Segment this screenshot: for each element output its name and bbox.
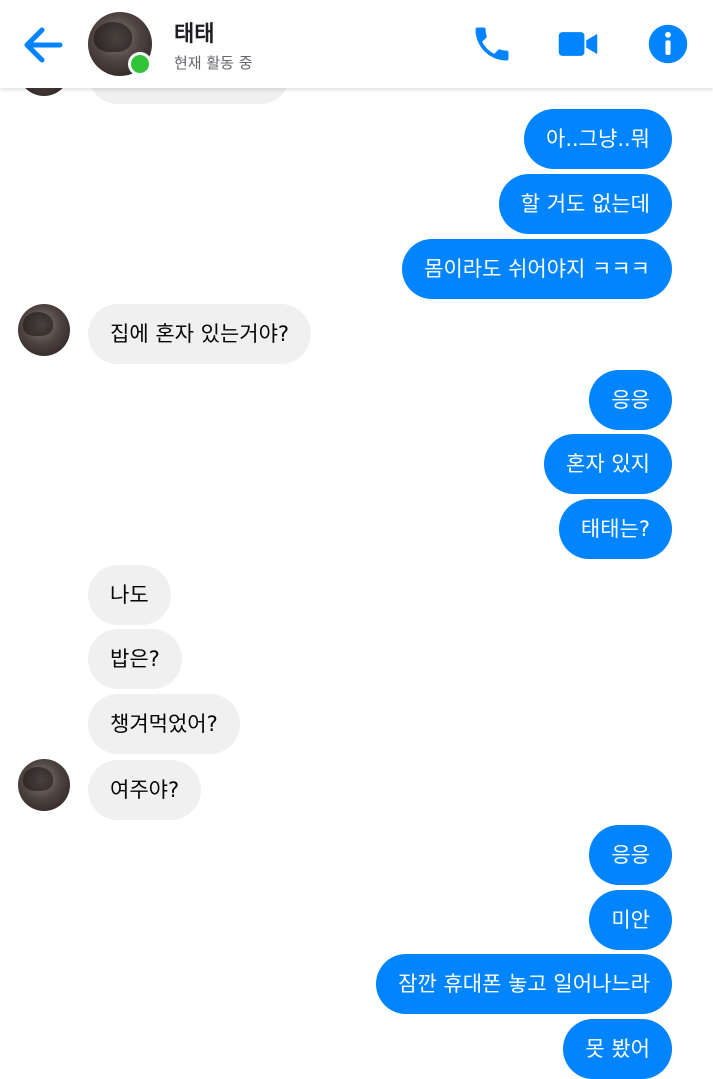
message-bubble-incoming[interactable]: 집에 혼자 있는거야? xyxy=(88,304,312,364)
message-thread[interactable]: 아..그냥..뭐 할 거도 없는데 몸이라도 쉬어야지 ㅋㅋㅋ 집에 혼자 있는… xyxy=(0,88,713,1079)
back-arrow-icon[interactable] xyxy=(20,22,66,68)
message-bubble-outgoing[interactable]: 못 봤어 xyxy=(563,1019,672,1079)
message-bubble-incoming[interactable]: 여주야? xyxy=(88,760,202,820)
contact-avatar-small xyxy=(18,88,70,96)
info-icon[interactable] xyxy=(646,22,690,66)
message-bubble-incoming[interactable]: 챙겨먹었어? xyxy=(88,694,240,754)
message-bubble-outgoing[interactable]: 태태는? xyxy=(558,499,672,559)
message-bubble-outgoing[interactable]: 응응 xyxy=(589,370,672,430)
phone-call-icon[interactable] xyxy=(470,22,514,66)
contact-avatar-small xyxy=(18,759,70,811)
message-bubble-outgoing[interactable]: 할 거도 없는데 xyxy=(498,174,672,234)
message-bubble-outgoing[interactable]: 혼자 있지 xyxy=(544,434,672,494)
contact-avatar-small xyxy=(18,304,70,356)
message-bubble-incoming[interactable]: 나도 xyxy=(88,565,171,625)
message-bubble-outgoing[interactable]: 응응 xyxy=(589,825,672,885)
message-bubble-outgoing[interactable]: 미안 xyxy=(589,890,672,950)
message-bubble-incoming[interactable]: 밥은? xyxy=(88,629,182,689)
chat-header: 태태 현재 활동 중 xyxy=(0,0,713,88)
online-status-dot xyxy=(128,52,152,76)
contact-name[interactable]: 태태 xyxy=(174,16,214,48)
message-bubble-outgoing[interactable]: 잠깐 휴대폰 놓고 일어나느라 xyxy=(376,954,672,1014)
video-call-icon[interactable] xyxy=(556,22,600,66)
message-bubble-incoming[interactable] xyxy=(88,88,290,104)
message-bubble-outgoing[interactable]: 아..그냥..뭐 xyxy=(524,109,672,169)
message-bubble-outgoing[interactable]: 몸이라도 쉬어야지 ㅋㅋㅋ xyxy=(402,239,672,299)
active-status: 현재 활동 중 xyxy=(174,54,253,72)
